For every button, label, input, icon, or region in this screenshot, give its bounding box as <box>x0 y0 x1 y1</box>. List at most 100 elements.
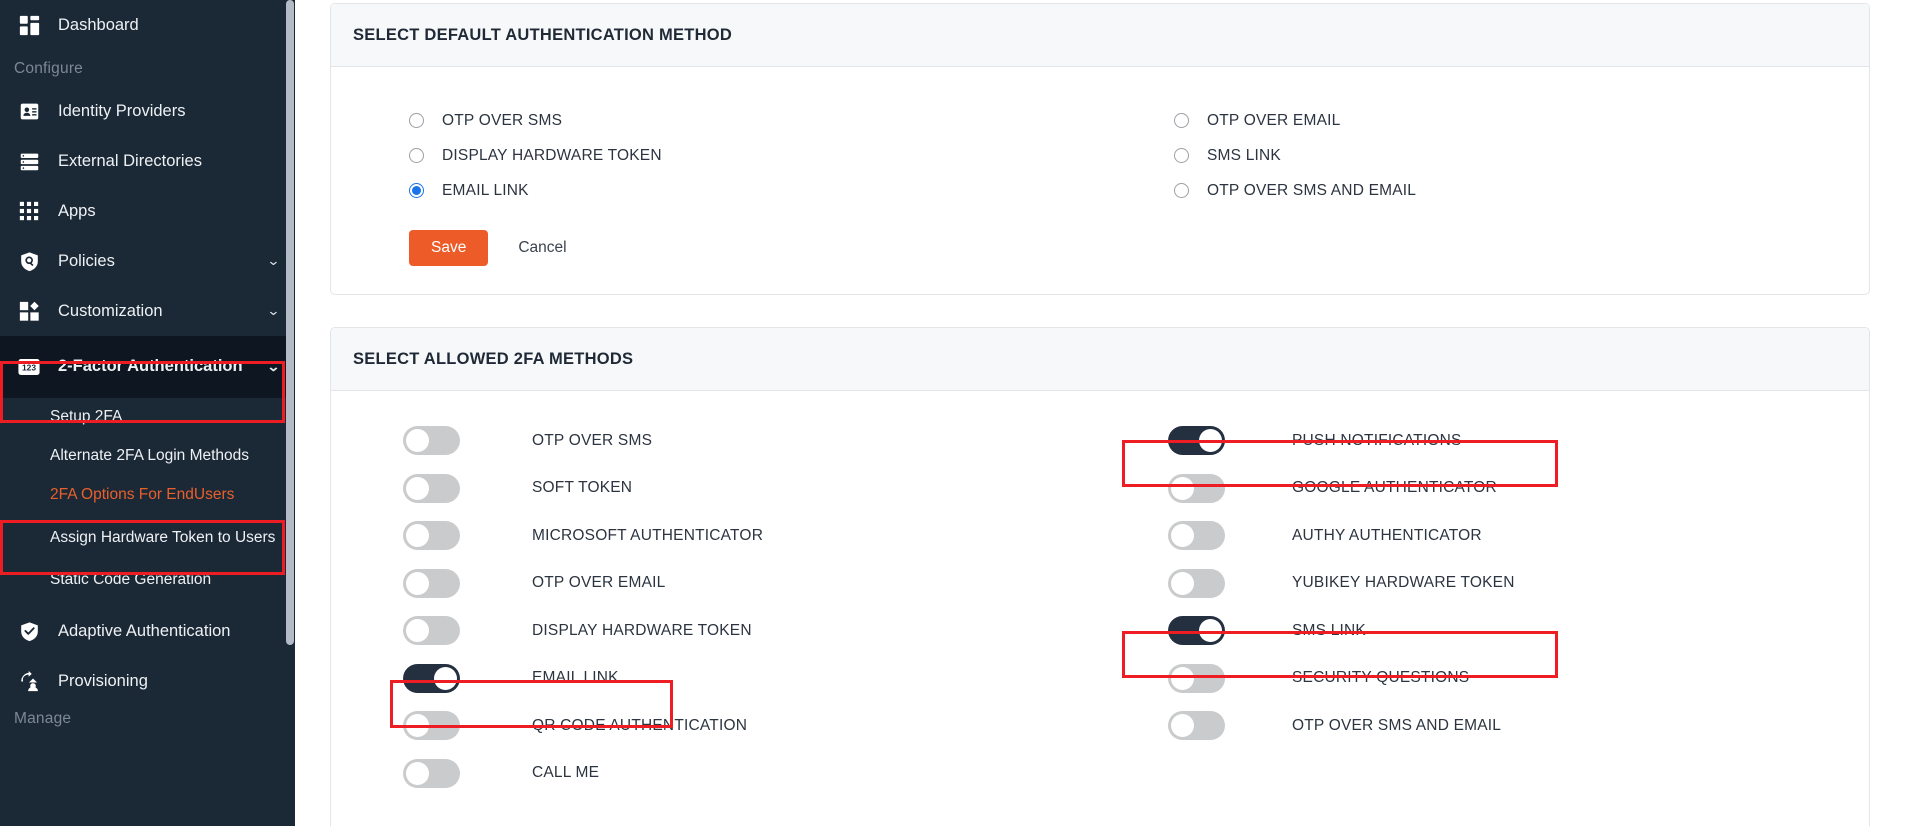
toggle-label: EMAIL LINK <box>532 669 619 687</box>
sidebar-item-label: Identity Providers <box>58 101 186 120</box>
sidebar-item-dashboard[interactable]: Dashboard <box>0 0 295 50</box>
toggle-row: SECURITY QUESTIONS <box>1168 655 1869 703</box>
radio-otp-over-email[interactable] <box>1174 113 1189 128</box>
toggle-email-link[interactable] <box>403 663 460 693</box>
toggle-authy-authenticator[interactable] <box>1168 521 1225 551</box>
toggle-knob <box>406 429 429 453</box>
app-root: Dashboard Configure Identity Providers E… <box>0 0 1914 826</box>
chevron-down-icon[interactable]: ⌄ <box>267 253 281 269</box>
directories-icon <box>14 148 44 174</box>
sidebar-subitem-label: Alternate 2FA Login Methods <box>50 447 250 465</box>
cancel-button[interactable]: Cancel <box>518 239 566 257</box>
toggle-google-authenticator[interactable] <box>1168 473 1225 503</box>
toggle-label: OTP OVER EMAIL <box>532 574 666 592</box>
toggle-row: OTP OVER SMS <box>403 417 1100 465</box>
sidebar-item-label: Dashboard <box>58 15 139 34</box>
toggle-display-hardware-token[interactable] <box>403 616 460 646</box>
id-card-icon <box>14 98 44 124</box>
card-header: SELECT ALLOWED 2FA METHODS <box>331 328 1869 391</box>
allowed-methods-toggle-grid: OTP OVER SMS SOFT TOKEN MICROSOFT AUTHEN… <box>331 391 1869 817</box>
radio-email-link[interactable] <box>409 183 424 198</box>
toggle-row: SMS LINK <box>1168 607 1869 655</box>
toggle-knob <box>1171 524 1194 548</box>
sidebar-item-2fa-options-for-endusers[interactable]: 2FA Options For EndUsers <box>0 476 295 515</box>
radio-display-hardware-token[interactable] <box>409 148 424 163</box>
toggle-knob <box>406 571 429 595</box>
toggle-yubikey-hardware-token[interactable] <box>1168 568 1225 598</box>
toggle-knob <box>1199 619 1222 643</box>
toggle-otp-over-sms-and-email[interactable] <box>1168 711 1225 741</box>
sidebar-scrollbar-track[interactable] <box>286 0 295 826</box>
dashboard-icon <box>14 12 44 38</box>
sidebar-item-apps[interactable]: Apps <box>0 186 295 236</box>
radio-column-right: OTP OVER EMAIL SMS LINK OTP OVER SMS AND… <box>1100 103 1869 208</box>
toggle-otp-over-email[interactable] <box>403 568 460 598</box>
toggle-label: SMS LINK <box>1292 621 1366 639</box>
sidebar-item-assign-hardware-token-to-users[interactable]: Assign Hardware Token to Users <box>0 515 295 561</box>
sidebar-subitem-label: Static Code Generation <box>50 571 212 589</box>
toggle-soft-token[interactable] <box>403 473 460 503</box>
chevron-down-icon[interactable]: ⌄ <box>267 359 281 375</box>
sidebar-scrollbar-thumb[interactable] <box>286 0 294 645</box>
sidebar-item-alternate-2fa-login-methods[interactable]: Alternate 2FA Login Methods <box>0 437 295 476</box>
sidebar-item-customization[interactable]: Customization ⌄ <box>0 286 295 336</box>
radio-row[interactable]: OTP OVER SMS AND EMAIL <box>1174 173 1869 208</box>
toggle-security-questions[interactable] <box>1168 663 1225 693</box>
toggle-label: OTP OVER SMS <box>532 431 653 449</box>
toggle-label: DISPLAY HARDWARE TOKEN <box>532 621 752 639</box>
radio-row[interactable]: EMAIL LINK <box>409 173 1100 208</box>
card-body: OTP OVER SMS DISPLAY HARDWARE TOKEN EMAI… <box>331 67 1869 294</box>
toggle-knob <box>1171 571 1194 595</box>
radio-otp-over-sms[interactable] <box>409 113 424 128</box>
sidebar-item-label: Customization <box>58 301 163 320</box>
toggle-column-left: OTP OVER SMS SOFT TOKEN MICROSOFT AUTHEN… <box>331 417 1100 797</box>
provisioning-icon <box>14 668 44 694</box>
toggle-column-right: PUSH NOTIFICATIONS GOOGLE AUTHENTICATOR … <box>1100 417 1869 797</box>
toggle-label: YUBIKEY HARDWARE TOKEN <box>1292 574 1515 592</box>
radio-label: SMS LINK <box>1207 146 1281 164</box>
radio-row[interactable]: SMS LINK <box>1174 138 1869 173</box>
radio-sms-link[interactable] <box>1174 148 1189 163</box>
card-body: OTP OVER SMS SOFT TOKEN MICROSOFT AUTHEN… <box>331 391 1869 817</box>
toggle-row: DISPLAY HARDWARE TOKEN <box>403 607 1100 655</box>
sidebar-item-label: Apps <box>58 201 96 220</box>
radio-row[interactable]: OTP OVER EMAIL <box>1174 103 1869 138</box>
sidebar-item-2factor-authentication[interactable]: 123 2-Factor Authentication ⌄ <box>0 336 295 398</box>
toggle-label: QR CODE AUTHENTICATION <box>532 716 748 734</box>
sidebar-item-setup-2fa[interactable]: Setup 2FA <box>0 398 295 437</box>
sidebar-item-static-code-generation[interactable]: Static Code Generation <box>0 561 295 600</box>
toggle-row: GOOGLE AUTHENTICATOR <box>1168 465 1869 513</box>
radio-otp-over-sms-and-email[interactable] <box>1174 183 1189 198</box>
sidebar-heading-configure: Configure <box>14 60 84 77</box>
toggle-label: GOOGLE AUTHENTICATOR <box>1292 479 1497 497</box>
sidebar-item-external-directories[interactable]: External Directories <box>0 136 295 186</box>
toggle-label: PUSH NOTIFICATIONS <box>1292 431 1462 449</box>
toggle-knob <box>406 761 429 785</box>
toggle-knob <box>1171 476 1194 500</box>
chevron-down-icon[interactable]: ⌄ <box>267 303 281 319</box>
sidebar-item-provisioning[interactable]: Provisioning <box>0 656 295 706</box>
sidebar-item-policies[interactable]: Policies ⌄ <box>0 236 295 286</box>
toggle-call-me[interactable] <box>403 758 460 788</box>
toggle-sms-link[interactable] <box>1168 616 1225 646</box>
sidebar-subitem-label: Setup 2FA <box>50 408 123 426</box>
button-row: Save Cancel <box>331 208 1869 294</box>
toggle-otp-over-sms[interactable] <box>403 426 460 456</box>
toggle-label: MICROSOFT AUTHENTICATOR <box>532 526 764 544</box>
sidebar-item-label: External Directories <box>58 151 202 170</box>
toggle-row: QR CODE AUTHENTICATION <box>403 702 1100 750</box>
save-button[interactable]: Save <box>409 230 489 266</box>
toggle-row: PUSH NOTIFICATIONS <box>1168 417 1869 465</box>
toggle-push-notifications[interactable] <box>1168 426 1225 456</box>
toggle-knob <box>406 619 429 643</box>
toggle-row: OTP OVER EMAIL <box>403 560 1100 608</box>
radio-row[interactable]: OTP OVER SMS <box>409 103 1100 138</box>
sidebar-item-adaptive-authentication[interactable]: Adaptive Authentication <box>0 606 295 656</box>
toggle-label: AUTHY AUTHENTICATOR <box>1292 526 1482 544</box>
sidebar-item-identity-providers[interactable]: Identity Providers <box>0 86 295 136</box>
radio-row[interactable]: DISPLAY HARDWARE TOKEN <box>409 138 1100 173</box>
toggle-qr-code-authentication[interactable] <box>403 711 460 741</box>
toggle-row: OTP OVER SMS AND EMAIL <box>1168 702 1869 750</box>
toggle-label: SOFT TOKEN <box>532 479 633 497</box>
toggle-microsoft-authenticator[interactable] <box>403 521 460 551</box>
